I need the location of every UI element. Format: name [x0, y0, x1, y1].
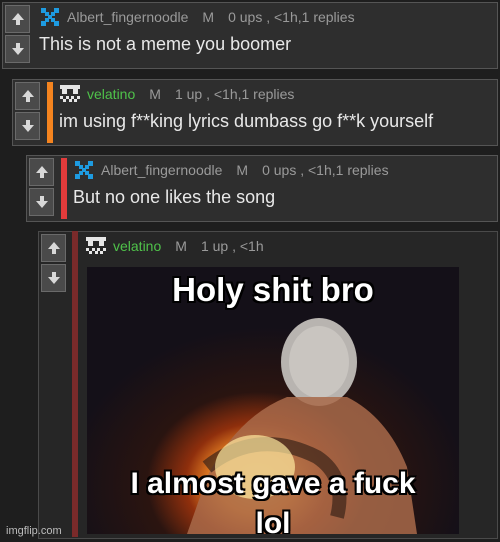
meme-top-text: Holy shit bro — [172, 271, 374, 308]
meme-bottom-text: I almost gave a fuck — [130, 467, 416, 500]
comment-3: Albert_fingernoodle M 0 ups , <1h,1 repl… — [26, 155, 498, 222]
vote-column — [39, 232, 70, 292]
vote-column — [27, 156, 58, 216]
thread-accent-bar — [72, 231, 78, 537]
arrow-down-icon — [21, 120, 34, 132]
downvote-button[interactable] — [5, 35, 30, 63]
avatar[interactable] — [39, 6, 61, 28]
avatar[interactable] — [59, 83, 81, 105]
thread-accent-bar — [47, 82, 53, 143]
comment-meta: velatino M 1 up , <1h,1 replies — [59, 82, 433, 106]
comment-1: Albert_fingernoodle M 0 ups , <1h,1 repl… — [2, 2, 498, 69]
upvote-button[interactable] — [29, 158, 54, 186]
username[interactable]: Albert_fingernoodle — [101, 162, 222, 178]
comment-stats: 0 ups , <1h,1 replies — [228, 9, 355, 25]
watermark: imgflip.com — [6, 525, 62, 537]
comment-2: velatino M 1 up , <1h,1 replies im using… — [12, 79, 498, 146]
vote-column — [13, 80, 44, 140]
avatar-blue-pixel-icon — [75, 161, 93, 179]
upvote-button[interactable] — [41, 234, 66, 262]
comment-text: im using f**king lyrics dumbass go f**k … — [59, 111, 434, 131]
comment-text: This is not a meme you boomer — [39, 34, 292, 54]
username[interactable]: velatino — [87, 86, 135, 102]
arrow-up-icon — [11, 13, 24, 25]
meme-bottom-text-2: lol — [255, 507, 291, 534]
downvote-button[interactable] — [29, 188, 54, 216]
arrow-up-icon — [21, 90, 34, 102]
avatar[interactable] — [85, 235, 107, 257]
comment-meta: Albert_fingernoodle M 0 ups , <1h,1 repl… — [39, 5, 355, 29]
arrow-down-icon — [47, 272, 60, 284]
comment-stats: 1 up , <1h — [200, 238, 264, 254]
downvote-button[interactable] — [15, 112, 40, 140]
arrow-down-icon — [11, 43, 24, 55]
gender-flag: M — [236, 162, 249, 178]
comment-stats: 0 ups , <1h,1 replies — [262, 162, 389, 178]
username[interactable]: velatino — [113, 238, 161, 254]
avatar-blue-pixel-icon — [41, 8, 59, 26]
gender-flag: M — [175, 238, 187, 254]
arrow-up-icon — [35, 166, 48, 178]
comment-meta: Albert_fingernoodle M 0 ups , <1h,1 repl… — [73, 158, 389, 182]
gender-flag: M — [202, 9, 215, 25]
username[interactable]: Albert_fingernoodle — [67, 9, 188, 25]
gender-flag: M — [149, 86, 161, 102]
downvote-button[interactable] — [41, 264, 66, 292]
thread-accent-bar — [61, 158, 67, 219]
arrow-down-icon — [35, 196, 48, 208]
avatar-pixel-face-icon — [59, 83, 81, 105]
upvote-button[interactable] — [5, 5, 30, 33]
comment-stats: 1 up , <1h,1 replies — [174, 86, 295, 102]
comment-text: But no one likes the song — [73, 187, 276, 207]
vote-column — [3, 3, 34, 63]
comment-meta: velatino M 1 up , <1h — [85, 234, 264, 258]
avatar-pixel-face-icon — [85, 235, 107, 257]
avatar[interactable] — [73, 159, 95, 181]
meme-image[interactable]: Holy shit bro I almost gave a fuck lol — [87, 267, 459, 534]
arrow-up-icon — [47, 242, 60, 254]
upvote-button[interactable] — [15, 82, 40, 110]
